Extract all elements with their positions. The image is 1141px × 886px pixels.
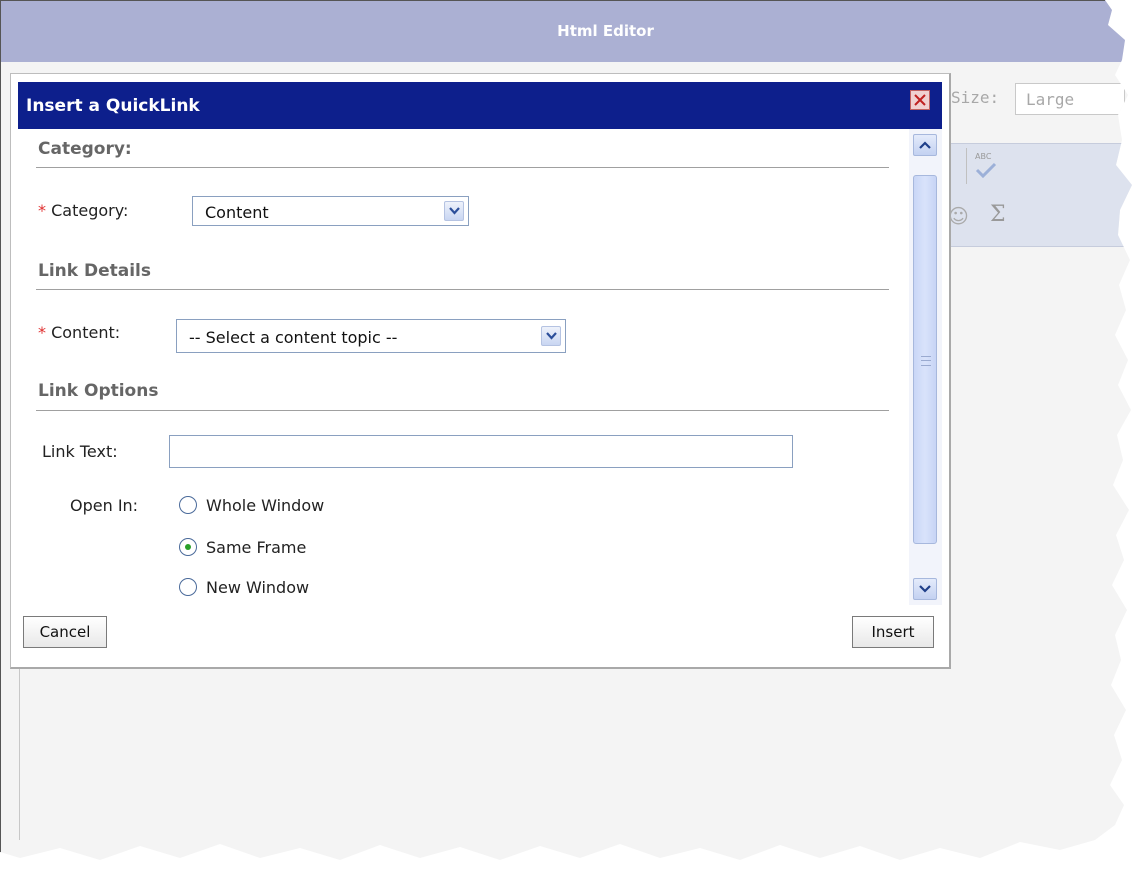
link-text-input[interactable] bbox=[169, 435, 793, 468]
scroll-up-icon[interactable] bbox=[913, 134, 937, 156]
dialog-titlebar[interactable]: Insert a QuickLink bbox=[18, 82, 942, 129]
radio-new-window[interactable] bbox=[179, 578, 197, 596]
category-select[interactable]: Content bbox=[192, 196, 469, 226]
dialog-scrollbar[interactable] bbox=[909, 129, 942, 605]
link-text-label: Link Text: bbox=[42, 442, 118, 461]
editor-left-border bbox=[0, 0, 1, 852]
insert-button[interactable]: Insert bbox=[852, 616, 934, 648]
category-field-label: * Category: bbox=[38, 201, 129, 220]
spellcheck-icon[interactable]: ABC bbox=[966, 148, 1007, 184]
radio-whole-window[interactable] bbox=[179, 496, 197, 514]
dialog-title: Insert a QuickLink bbox=[26, 96, 200, 116]
radio-label-whole-window[interactable]: Whole Window bbox=[206, 496, 324, 515]
chevron-down-icon[interactable] bbox=[444, 201, 464, 221]
radio-label-same-frame[interactable]: Same Frame bbox=[206, 538, 306, 557]
radio-label-new-window[interactable]: New Window bbox=[206, 578, 309, 597]
dialog-body: Category: * Category: Content Link Detai… bbox=[18, 129, 908, 605]
scrollbar-thumb[interactable] bbox=[913, 175, 937, 544]
content-topic-select[interactable]: -- Select a content topic -- bbox=[176, 319, 566, 353]
section-divider bbox=[36, 289, 889, 290]
section-divider bbox=[36, 167, 889, 168]
emoticon-icon[interactable]: ☺ bbox=[948, 204, 969, 228]
content-field-label: * Content: bbox=[38, 323, 121, 342]
section-heading-category: Category: bbox=[38, 139, 132, 159]
close-icon[interactable] bbox=[910, 90, 930, 110]
grip-icon bbox=[921, 356, 931, 366]
symbol-sigma-icon[interactable]: Σ bbox=[990, 202, 1006, 227]
section-heading-link-options: Link Options bbox=[38, 381, 159, 401]
scroll-down-icon[interactable] bbox=[913, 578, 937, 600]
radio-same-frame[interactable] bbox=[179, 538, 197, 556]
editor-title: Html Editor bbox=[557, 22, 654, 40]
section-divider bbox=[36, 410, 889, 411]
font-size-select[interactable]: Large bbox=[1015, 83, 1125, 115]
section-heading-link-details: Link Details bbox=[38, 261, 151, 281]
editor-titlebar: Html Editor bbox=[0, 0, 1132, 62]
chevron-down-icon[interactable] bbox=[541, 326, 561, 346]
editor-top-border bbox=[0, 0, 1105, 1]
editor-content-edge bbox=[19, 665, 20, 840]
cancel-button[interactable]: Cancel bbox=[23, 616, 107, 648]
font-size-label: Size: bbox=[951, 88, 1000, 107]
open-in-label: Open In: bbox=[70, 496, 139, 515]
